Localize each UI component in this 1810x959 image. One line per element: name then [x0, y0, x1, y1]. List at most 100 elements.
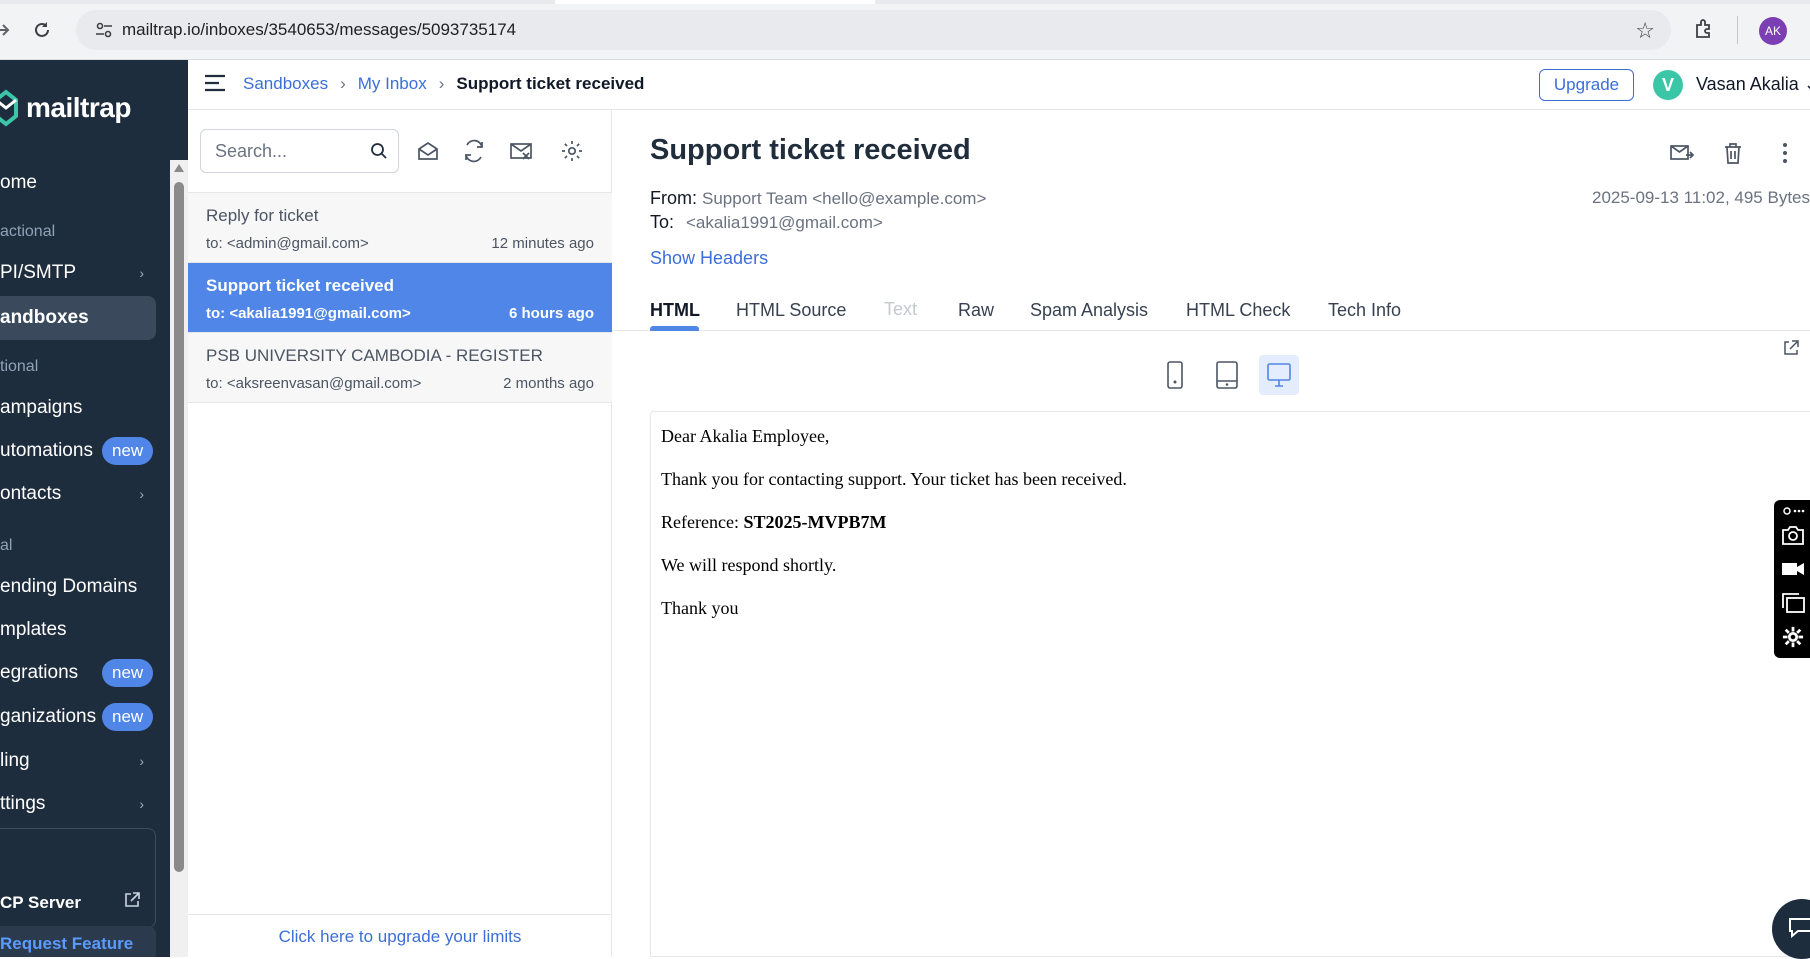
sidebar-item-api-smtp[interactable]: PI/SMTP ›	[0, 251, 156, 295]
email-closing: Thank you	[661, 598, 739, 618]
open-in-new-window-icon[interactable]	[1782, 339, 1800, 357]
sidebar-item-contacts[interactable]: ontacts ›	[0, 472, 156, 516]
sidebar-item-organizations[interactable]: ganizations new	[0, 695, 156, 739]
new-badge: new	[102, 437, 154, 465]
reference-label: Reference:	[661, 512, 744, 532]
sidebar-item-label: PI/SMTP	[0, 262, 77, 283]
sidebar-item-label: ome	[0, 172, 37, 193]
message-list-item[interactable]: PSB UNIVERSITY CAMBODIA - REGISTER to: <…	[188, 333, 612, 403]
address-bar[interactable]: mailtrap.io/inboxes/3540653/messages/509…	[76, 10, 1671, 50]
search-box[interactable]	[200, 129, 399, 173]
sidebar-item-integrations[interactable]: egrations new	[0, 651, 156, 695]
avatar[interactable]: V	[1653, 70, 1683, 100]
refresh-icon[interactable]	[462, 139, 486, 163]
scroll-up-arrow-icon[interactable]	[174, 164, 184, 172]
chevron-right-icon: ›	[139, 265, 144, 281]
scrollbar-thumb[interactable]	[174, 182, 184, 872]
browser-chrome: mailtrap.io/inboxes/3540653/messages/509…	[0, 0, 1810, 60]
request-feature-button[interactable]: Request Feature	[0, 926, 156, 957]
screen-recorder-toolbar	[1774, 500, 1810, 658]
tab-raw[interactable]: Raw	[958, 300, 994, 321]
mailtrap-logo-icon	[0, 89, 18, 127]
tablet-view-button[interactable]	[1207, 355, 1247, 395]
sidebar-item-label: andboxes	[0, 307, 89, 328]
camera-icon[interactable]	[1781, 524, 1805, 546]
message-time: 12 minutes ago	[491, 235, 594, 252]
external-link-icon	[123, 891, 141, 914]
sidebar-item-label: ending Domains	[0, 576, 138, 597]
sidebar-item-label: ganizations	[0, 706, 97, 727]
menu-toggle-icon[interactable]	[204, 74, 226, 92]
message-title: Support ticket received	[650, 134, 971, 166]
settings-gear-icon[interactable]	[560, 139, 584, 163]
chevron-right-icon: ›	[139, 796, 144, 812]
breadcrumb-sandboxes[interactable]: Sandboxes	[243, 74, 328, 94]
site-settings-icon[interactable]	[86, 22, 122, 38]
sidebar-item-home[interactable]: ome	[0, 161, 156, 205]
message-subject: Support ticket received	[206, 276, 395, 295]
sidebar-scrollbar[interactable]	[170, 160, 188, 957]
sidebar-item-billing[interactable]: ling ›	[0, 739, 156, 783]
toolbar-divider	[1737, 16, 1738, 44]
upgrade-limits-link[interactable]: Click here to upgrade your limits	[188, 914, 612, 957]
logo-text: mailtrap	[26, 92, 131, 123]
screen-share-icon[interactable]	[1781, 592, 1805, 614]
profile-avatar[interactable]: AK	[1759, 17, 1787, 45]
to-value: <akalia1991@gmail.com>	[686, 213, 883, 232]
mobile-view-button[interactable]	[1155, 355, 1195, 395]
reload-icon[interactable]	[26, 14, 58, 46]
message-view: Support ticket received From: Support Te…	[612, 110, 1810, 957]
sidebar-item-automations[interactable]: utomations new	[0, 429, 156, 473]
mark-all-read-icon[interactable]	[416, 139, 440, 163]
chat-icon	[1789, 918, 1810, 939]
extensions-icon[interactable]	[1693, 17, 1719, 43]
breadcrumb-my-inbox[interactable]: My Inbox	[358, 74, 427, 94]
user-menu[interactable]: Vasan Akalia ⌄	[1696, 74, 1810, 95]
video-camera-icon[interactable]	[1781, 558, 1805, 580]
sidebar-item-campaigns[interactable]: ampaigns	[0, 386, 156, 430]
desktop-monitor-icon	[1267, 363, 1291, 387]
delete-trash-icon[interactable]	[1720, 140, 1746, 166]
new-badge: new	[102, 659, 154, 687]
sidebar-item-templates[interactable]: mplates	[0, 608, 156, 652]
tab-html-check[interactable]: HTML Check	[1186, 300, 1290, 321]
bookmark-star-icon[interactable]: ☆	[1635, 18, 1655, 44]
forward-email-icon[interactable]	[1669, 140, 1695, 166]
message-list-item-selected[interactable]: Support ticket received to: <akalia1991@…	[188, 263, 612, 333]
breadcrumb-separator: ›	[438, 74, 445, 93]
email-body-line: Thank you for contacting support. Your t…	[661, 469, 1127, 489]
search-input[interactable]	[213, 139, 363, 163]
settings-gear-icon[interactable]	[1781, 626, 1805, 648]
sidebar-section-promotional: tional	[0, 358, 39, 375]
desktop-view-button[interactable]	[1259, 355, 1299, 395]
sidebar-item-label: ontacts	[0, 483, 62, 504]
mcp-server-card[interactable]: CP Server	[0, 828, 156, 928]
mailtrap-logo[interactable]: mailtrap	[0, 86, 131, 130]
message-subject: Reply for ticket	[206, 206, 319, 225]
tab-html[interactable]: HTML	[650, 300, 700, 321]
message-list-item[interactable]: Reply for ticket to: <admin@gmail.com> 1…	[188, 193, 612, 263]
upgrade-button[interactable]: Upgrade	[1539, 69, 1634, 101]
tab-tech-info[interactable]: Tech Info	[1328, 300, 1401, 321]
message-tabs: HTML HTML Source Text Raw Spam Analysis …	[612, 286, 1810, 331]
tab-html-source[interactable]: HTML Source	[736, 300, 846, 321]
sidebar-item-label: egrations	[0, 662, 79, 683]
active-tab-indicator	[650, 326, 699, 331]
tab-text: Text	[884, 299, 918, 319]
breadcrumb-current: Support ticket received	[456, 74, 645, 93]
more-vertical-icon[interactable]	[1772, 140, 1798, 166]
clear-inbox-icon[interactable]	[509, 139, 533, 163]
tab-spam-analysis[interactable]: Spam Analysis	[1030, 300, 1148, 321]
sidebar-item-sending-domains[interactable]: ending Domains	[0, 565, 156, 609]
sidebar-item-settings[interactable]: ttings ›	[0, 782, 156, 826]
message-recipient: to: <akalia1991@gmail.com>	[206, 305, 411, 322]
pin-more-icon[interactable]	[1781, 504, 1805, 518]
sidebar-section-transactional: actional	[0, 223, 56, 240]
url-text[interactable]: mailtrap.io/inboxes/3540653/messages/509…	[122, 20, 516, 40]
forward-arrow-icon[interactable]	[0, 14, 18, 46]
show-headers-link[interactable]: Show Headers	[650, 248, 768, 269]
sidebar-item-sandboxes[interactable]: andboxes	[0, 296, 156, 340]
breadcrumb: Sandboxes › My Inbox › Support ticket re…	[243, 74, 644, 94]
search-icon[interactable]	[370, 142, 388, 160]
active-tab[interactable]	[555, 0, 875, 4]
